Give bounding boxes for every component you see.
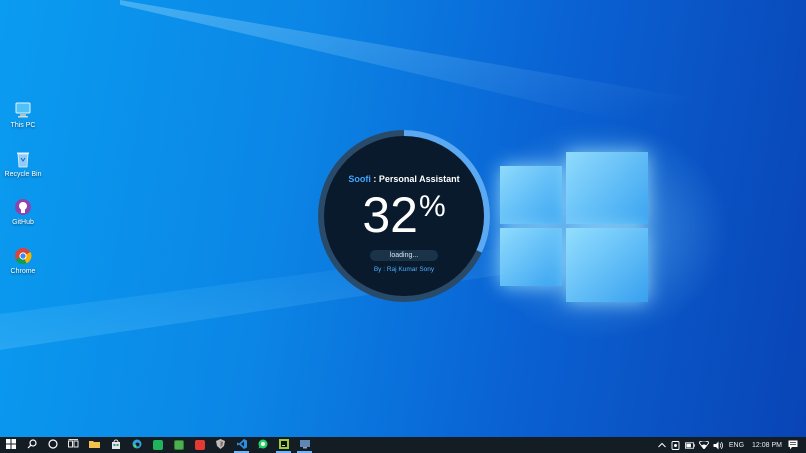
desktop-icon-label: GitHub <box>12 219 34 226</box>
recycle-bin-icon <box>12 149 34 169</box>
desktop-icon-github[interactable]: GitHub <box>2 197 44 226</box>
progress-percent-symbol: % <box>418 190 446 223</box>
app-android-button[interactable] <box>168 437 189 453</box>
shield-app-icon <box>216 436 225 453</box>
system-tray: ENG 12:08 PM <box>655 437 806 453</box>
this-pc-icon <box>12 100 34 120</box>
cortana-button[interactable] <box>42 437 63 453</box>
clock[interactable]: 12:08 PM <box>752 442 782 449</box>
android-app-icon <box>173 440 184 450</box>
device-icon[interactable] <box>671 440 681 450</box>
splash-title: Soofi : Personal Assistant <box>348 174 459 184</box>
language-indicator[interactable]: ENG <box>729 442 744 449</box>
whatsapp-icon <box>258 436 268 453</box>
loading-label: loading... <box>370 250 438 261</box>
search-button[interactable] <box>21 437 42 453</box>
battery-icon[interactable] <box>684 440 695 450</box>
edge-icon <box>132 436 142 453</box>
splash-panel: Soofi : Personal Assistant 32% loading..… <box>324 136 484 296</box>
store-bag-icon <box>111 436 121 453</box>
logo-pane <box>500 166 562 224</box>
desktop-icon-label: This PC <box>10 122 36 129</box>
pycharm-icon <box>278 436 289 453</box>
desktop-icon-chrome[interactable]: Chrome <box>2 246 44 275</box>
logo-pane <box>566 228 648 302</box>
notification-icon[interactable] <box>788 440 798 450</box>
app-red-button[interactable] <box>189 437 210 453</box>
green-app-icon <box>152 440 163 450</box>
desktop-icon-recycle-bin[interactable]: Recycle Bin <box>2 149 44 178</box>
logo-pane <box>566 152 648 224</box>
vscode-button[interactable] <box>231 437 252 453</box>
file-explorer-button[interactable] <box>84 437 105 453</box>
task-view-button[interactable] <box>63 437 84 453</box>
desktop: This PC Recycle Bin GitHub Chrome Soofi … <box>0 0 806 437</box>
edge-button[interactable] <box>126 437 147 453</box>
chrome-icon <box>12 246 34 266</box>
task-view-icon <box>68 436 79 453</box>
search-icon <box>27 436 37 453</box>
pycharm-button[interactable] <box>273 437 294 453</box>
title-separator: : <box>370 174 379 184</box>
windows-logo-wallpaper <box>500 152 648 302</box>
author-credit: By : Raj Kumar Sony <box>373 266 435 273</box>
progress-percent-value: 32 <box>362 187 418 243</box>
running-app-icon <box>299 436 310 453</box>
windows-start-icon <box>5 436 16 453</box>
whatsapp-button[interactable] <box>252 437 273 453</box>
vscode-icon <box>236 436 247 453</box>
app-green-button[interactable] <box>147 437 168 453</box>
app-running-button[interactable] <box>294 437 315 453</box>
desktop-icon-label: Chrome <box>10 268 36 275</box>
progress-percent: 32% <box>362 190 445 240</box>
volume-icon[interactable] <box>713 440 723 450</box>
wifi-icon[interactable] <box>698 440 709 450</box>
desktop-icon-label: Recycle Bin <box>4 171 42 178</box>
folder-icon <box>89 436 100 453</box>
app-shield-button[interactable] <box>210 437 231 453</box>
start-button[interactable] <box>0 437 21 453</box>
taskbar: ENG 12:08 PM <box>0 437 806 453</box>
github-icon <box>12 197 34 217</box>
store-button[interactable] <box>105 437 126 453</box>
logo-pane <box>500 228 562 286</box>
soofi-splash-window: Soofi : Personal Assistant 32% loading..… <box>316 128 492 304</box>
red-app-icon <box>194 440 205 450</box>
desktop-icon-this-pc[interactable]: This PC <box>2 100 44 129</box>
brand-name: Soofi <box>348 174 371 184</box>
cortana-circle-icon <box>47 436 58 453</box>
title-subtitle: Personal Assistant <box>378 174 460 184</box>
chevron-up-icon[interactable] <box>657 440 667 450</box>
